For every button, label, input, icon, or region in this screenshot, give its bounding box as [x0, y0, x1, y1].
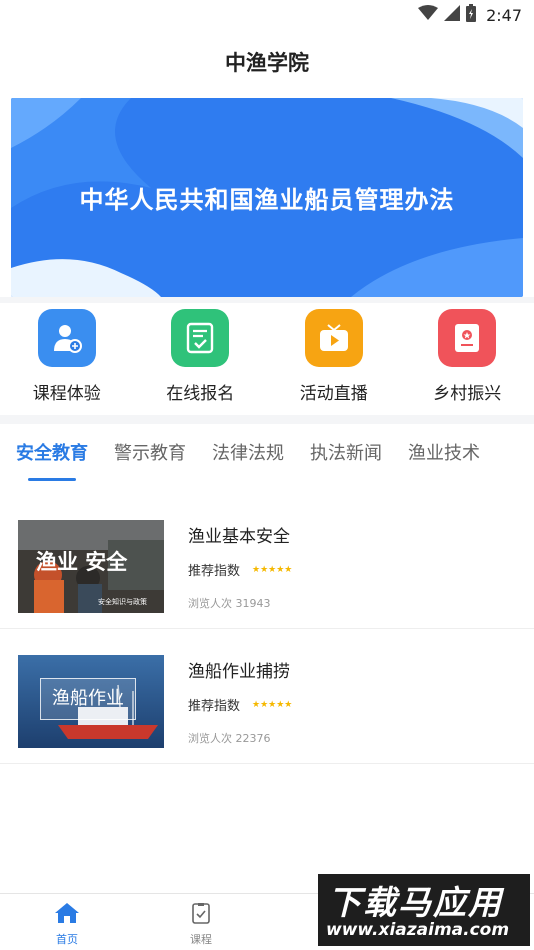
watermark-logo: 下载马应用 www.xiazaima.com	[318, 874, 530, 946]
quick-action-live[interactable]: 活动直播	[267, 309, 401, 415]
nav-home[interactable]: 首页	[0, 894, 134, 950]
course-title: 渔船作业捕捞	[188, 662, 290, 682]
category-tabs: 安全教育 警示教育 法律法规 执法新闻 渔业技术	[0, 424, 534, 484]
wifi-icon	[418, 5, 439, 25]
thumbnail-caption: 渔船作业	[40, 678, 136, 720]
nav-label: 首页	[56, 933, 78, 946]
thumbnail-caption: 渔业 安全	[36, 550, 128, 574]
divider	[0, 415, 534, 424]
checklist-icon	[171, 309, 230, 367]
status-time: 2:47	[486, 5, 522, 25]
tab-enforcement-news[interactable]: 执法新闻	[310, 439, 382, 469]
signal-icon	[444, 5, 461, 25]
nav-courses[interactable]: 课程	[134, 894, 268, 950]
course-list: 渔业 安全 安全知识与政策 渔业基本安全 推荐指数 ★★★★★ 浏览人次 319…	[0, 494, 534, 764]
watermark-url: www.xiazaima.com	[326, 920, 510, 940]
quick-action-label: 乡村振兴	[433, 384, 502, 404]
watermark-text: 下载马应用	[328, 883, 503, 922]
banner-title: 中华人民共和国渔业船员管理办法	[79, 186, 455, 214]
home-icon	[54, 902, 80, 928]
tab-safety-education[interactable]: 安全教育	[16, 439, 88, 481]
course-checklist-icon	[191, 902, 211, 928]
rating-label: 推荐指数	[188, 699, 241, 714]
quick-action-online-signup[interactable]: 在线报名	[134, 309, 268, 415]
quick-action-label: 在线报名	[166, 384, 235, 404]
star-rating-icon: ★★★★★	[252, 564, 293, 575]
course-title: 渔业基本安全	[188, 527, 290, 547]
quick-action-rural[interactable]: 乡村振兴	[401, 309, 534, 415]
quick-action-label: 课程体验	[32, 384, 101, 404]
rating-label: 推荐指数	[188, 564, 241, 579]
quick-action-label: 活动直播	[299, 384, 368, 404]
course-info: 渔船作业捕捞 推荐指数 ★★★★★ 浏览人次 22376	[188, 655, 292, 763]
battery-icon	[466, 4, 477, 26]
course-info: 渔业基本安全 推荐指数 ★★★★★ 浏览人次 31943	[188, 520, 292, 628]
thumbnail-subcaption: 安全知识与政策	[98, 598, 147, 606]
rating-row: 推荐指数 ★★★★★	[188, 560, 292, 579]
nav-label: 课程	[190, 933, 212, 946]
quick-action-course-trial[interactable]: 课程体验	[0, 309, 134, 415]
list-item[interactable]: 渔船作业 渔船作业捕捞 推荐指数 ★★★★★ 浏览人次 22376	[0, 629, 534, 764]
list-item[interactable]: 渔业 安全 安全知识与政策 渔业基本安全 推荐指数 ★★★★★ 浏览人次 319…	[0, 494, 534, 629]
status-bar: 2:47	[0, 0, 534, 30]
view-count: 浏览人次 22376	[188, 732, 271, 745]
tab-fishery-tech[interactable]: 渔业技术	[408, 439, 480, 469]
user-badge-icon	[37, 309, 96, 367]
banner-carousel[interactable]: 中华人民共和国渔业船员管理办法	[11, 98, 523, 297]
page-title: 中渔学院	[225, 51, 309, 75]
course-thumbnail: 渔业 安全 安全知识与政策	[18, 520, 164, 613]
tab-laws[interactable]: 法律法规	[212, 439, 284, 469]
tv-play-icon	[304, 309, 363, 367]
certificate-icon	[438, 309, 497, 367]
view-count: 浏览人次 31943	[188, 597, 271, 610]
quick-actions: 课程体验 在线报名 活动直播 乡村振兴	[0, 303, 534, 415]
star-rating-icon: ★★★★★	[252, 699, 293, 710]
rating-row: 推荐指数 ★★★★★	[188, 695, 292, 714]
tab-warning-education[interactable]: 警示教育	[114, 439, 186, 469]
app-header: 中渔学院	[0, 30, 534, 94]
course-thumbnail: 渔船作业	[18, 655, 164, 748]
